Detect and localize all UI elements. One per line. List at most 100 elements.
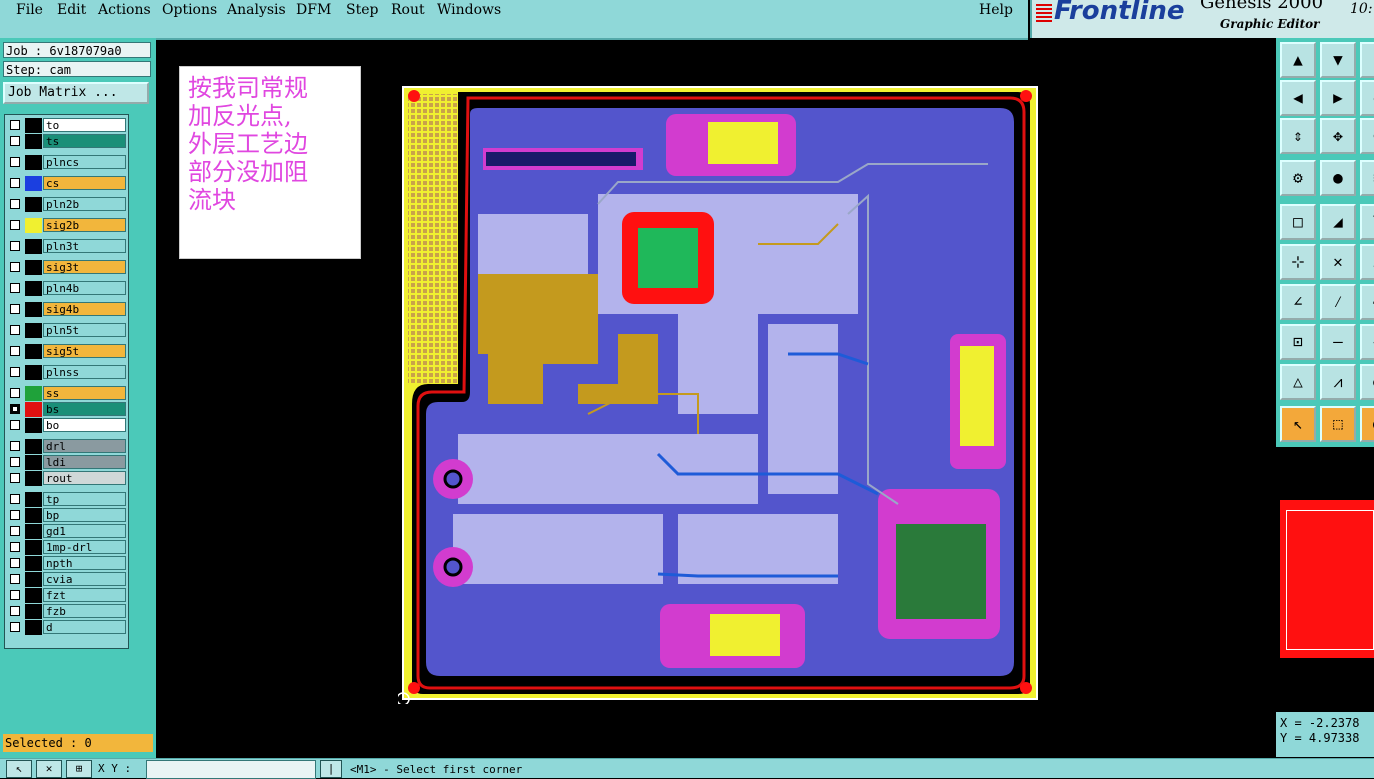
layer-color-swatch[interactable] bbox=[25, 323, 42, 338]
layer-row[interactable]: drl bbox=[7, 439, 127, 454]
snap-tool-icon[interactable]: ⊕ bbox=[1360, 118, 1374, 154]
triangle-tool-icon[interactable]: △ bbox=[1280, 364, 1316, 400]
layer-checkbox[interactable] bbox=[10, 441, 20, 451]
layer-name[interactable]: sig5t bbox=[43, 344, 126, 358]
layer-color-swatch[interactable] bbox=[25, 386, 42, 401]
layer-checkbox[interactable] bbox=[10, 367, 20, 377]
layer-checkbox[interactable] bbox=[10, 304, 20, 314]
layer-name[interactable]: plnss bbox=[43, 365, 126, 379]
layer-checkbox[interactable] bbox=[10, 510, 20, 520]
add-line-tool-icon[interactable]: ◢ bbox=[1320, 204, 1356, 240]
layer-checkbox[interactable] bbox=[10, 325, 20, 335]
pan-tool-icon[interactable]: ✥ bbox=[1320, 118, 1356, 154]
connect-tool-icon[interactable]: ⊹ bbox=[1280, 244, 1316, 280]
pointer-icon[interactable]: ↖ bbox=[6, 760, 32, 778]
pad-tool-icon[interactable]: ● bbox=[1320, 160, 1356, 196]
layer-color-swatch[interactable] bbox=[25, 402, 42, 417]
text-tool-icon[interactable]: T bbox=[1360, 204, 1374, 240]
grid-icon[interactable]: ⊞ bbox=[66, 760, 92, 778]
layer-name[interactable]: bs bbox=[43, 402, 126, 416]
layer-name[interactable]: npth bbox=[43, 556, 126, 570]
split-tool-icon[interactable]: ⊥ bbox=[1360, 244, 1374, 280]
layer-row[interactable]: sig3t bbox=[7, 260, 127, 275]
peak-tool-icon[interactable]: ⩘ bbox=[1320, 364, 1356, 400]
select-box-tool-icon[interactable]: ⬚ bbox=[1320, 406, 1356, 442]
layer-color-swatch[interactable] bbox=[25, 155, 42, 170]
layer-row[interactable]: to bbox=[7, 118, 127, 133]
layer-color-swatch[interactable] bbox=[25, 218, 42, 233]
layer-checkbox[interactable] bbox=[10, 262, 20, 272]
layer-checkbox[interactable] bbox=[10, 558, 20, 568]
layer-row[interactable]: rout bbox=[7, 471, 127, 486]
layer-checkbox[interactable] bbox=[10, 241, 20, 251]
layer-name[interactable]: plncs bbox=[43, 155, 126, 169]
menu-edit[interactable]: Edit bbox=[57, 2, 86, 18]
layer-row[interactable]: fzt bbox=[7, 588, 127, 603]
layer-row[interactable]: bo bbox=[7, 418, 127, 433]
layer-name[interactable]: to bbox=[43, 118, 126, 132]
layer-color-swatch[interactable] bbox=[25, 455, 42, 470]
menu-help[interactable]: Help bbox=[979, 2, 1013, 18]
menu-windows[interactable]: Windows bbox=[437, 2, 501, 18]
layer-name[interactable]: bo bbox=[43, 418, 126, 432]
layer-name[interactable]: gd1 bbox=[43, 524, 126, 538]
layer-checkbox[interactable] bbox=[10, 136, 20, 146]
align-tool-icon[interactable]: ≡ bbox=[1360, 160, 1374, 196]
layer-row[interactable]: pln4b bbox=[7, 281, 127, 296]
layer-row[interactable]: plnss bbox=[7, 365, 127, 380]
layer-row[interactable]: sig5t bbox=[7, 344, 127, 359]
layer-row[interactable]: cvia bbox=[7, 572, 127, 587]
layer-checkbox[interactable] bbox=[10, 199, 20, 209]
layer-row[interactable]: npth bbox=[7, 556, 127, 571]
layer-color-swatch[interactable] bbox=[25, 540, 42, 555]
move-up-tool-icon[interactable]: ▲ bbox=[1280, 42, 1316, 78]
layer-color-swatch[interactable] bbox=[25, 281, 42, 296]
layer-name[interactable]: rout bbox=[43, 471, 126, 485]
layer-row[interactable]: tp bbox=[7, 492, 127, 507]
menu-step[interactable]: Step bbox=[346, 2, 378, 18]
layer-name[interactable]: pln4b bbox=[43, 281, 126, 295]
layer-color-swatch[interactable] bbox=[25, 556, 42, 571]
layer-name[interactable]: cs bbox=[43, 176, 126, 190]
layer-checkbox[interactable] bbox=[10, 606, 20, 616]
layer-name[interactable]: pln5t bbox=[43, 323, 126, 337]
layer-row[interactable]: 1mp-drl bbox=[7, 540, 127, 555]
layer-color-swatch[interactable] bbox=[25, 524, 42, 539]
layer-checkbox[interactable] bbox=[10, 283, 20, 293]
layer-row[interactable]: pln2b bbox=[7, 197, 127, 212]
layer-color-swatch[interactable] bbox=[25, 572, 42, 587]
menu-dfm[interactable]: DFM bbox=[296, 2, 331, 18]
select-tool-icon[interactable]: ↖ bbox=[1280, 406, 1316, 442]
layer-checkbox[interactable] bbox=[10, 590, 20, 600]
arc-tool-icon[interactable]: ⌒ bbox=[1360, 284, 1374, 320]
move-feature-tool-icon[interactable]: ⊡ bbox=[1280, 324, 1316, 360]
layer-name[interactable]: drl bbox=[43, 439, 126, 453]
xy-input[interactable] bbox=[146, 760, 316, 779]
cut-line-tool-icon[interactable]: — bbox=[1320, 324, 1356, 360]
layer-checkbox[interactable] bbox=[10, 473, 20, 483]
layer-row[interactable]: d bbox=[7, 620, 127, 635]
layer-color-swatch[interactable] bbox=[25, 418, 42, 433]
circle-tool-icon[interactable]: ○ bbox=[1360, 364, 1374, 400]
layer-checkbox[interactable] bbox=[10, 494, 20, 504]
layer-checkbox[interactable] bbox=[10, 420, 20, 430]
layer-color-swatch[interactable] bbox=[25, 176, 42, 191]
layer-row[interactable]: gd1 bbox=[7, 524, 127, 539]
layer-checkbox[interactable] bbox=[10, 157, 20, 167]
layer-checkbox[interactable] bbox=[10, 346, 20, 356]
layer-checkbox[interactable] bbox=[10, 388, 20, 398]
layer-color-swatch[interactable] bbox=[25, 118, 42, 133]
layer-row[interactable]: fzb bbox=[7, 604, 127, 619]
layer-checkbox[interactable] bbox=[10, 220, 20, 230]
layer-name[interactable]: pln2b bbox=[43, 197, 126, 211]
slope-tool-icon[interactable]: ⁄ bbox=[1320, 284, 1356, 320]
layer-row[interactable]: bp bbox=[7, 508, 127, 523]
layer-row[interactable]: ldi bbox=[7, 455, 127, 470]
layer-checkbox[interactable] bbox=[10, 120, 20, 130]
layer-row[interactable]: ss bbox=[7, 386, 127, 401]
crosshair-icon[interactable]: ✕ bbox=[36, 760, 62, 778]
layer-name[interactable]: pln3t bbox=[43, 239, 126, 253]
layer-name[interactable]: sig2b bbox=[43, 218, 126, 232]
layer-color-swatch[interactable] bbox=[25, 439, 42, 454]
layer-row[interactable]: pln3t bbox=[7, 239, 127, 254]
